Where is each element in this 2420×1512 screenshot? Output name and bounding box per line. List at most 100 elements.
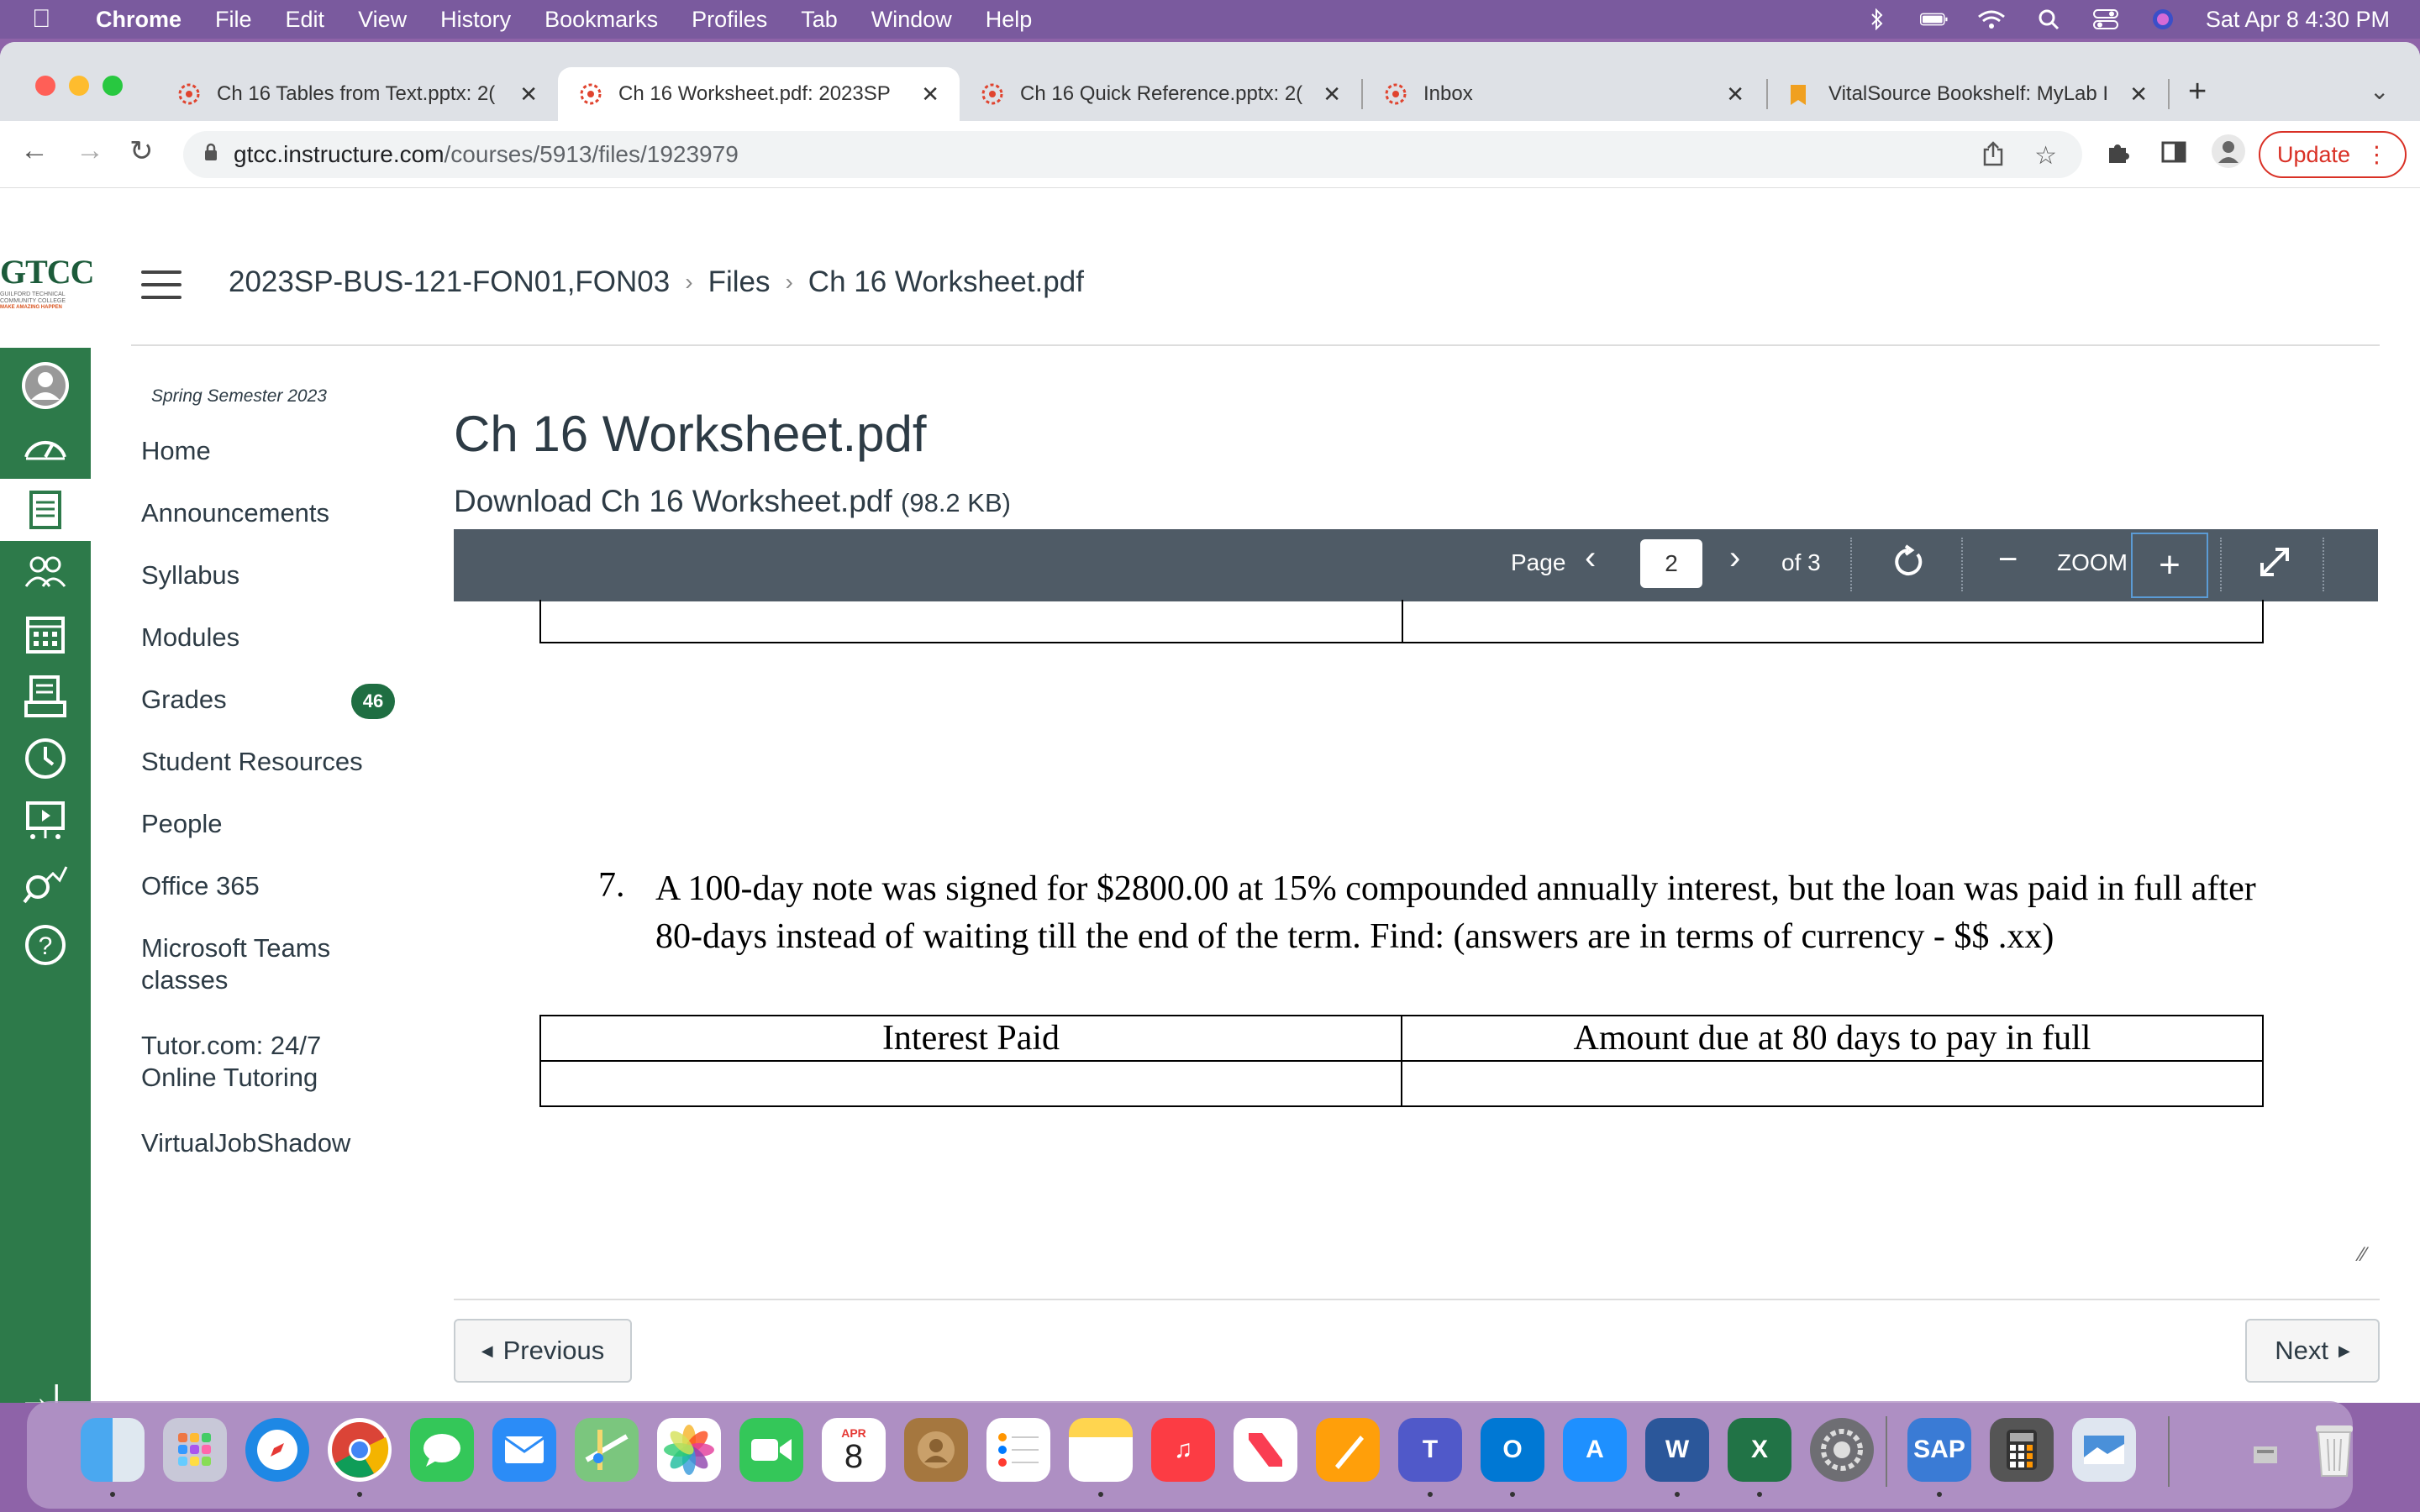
share-icon[interactable] — [1982, 141, 2004, 173]
tab-close-icon[interactable]: ✕ — [519, 81, 538, 108]
zoom-window-button[interactable] — [103, 76, 123, 96]
course-nav-modules[interactable]: Modules — [141, 622, 418, 684]
course-nav-home[interactable]: Home — [141, 435, 418, 497]
course-nav-announcements[interactable]: Announcements — [141, 497, 418, 559]
facetime-icon[interactable] — [739, 1418, 803, 1482]
breadcrumb-files[interactable]: Files — [708, 265, 771, 299]
chrome-icon[interactable] — [328, 1418, 392, 1482]
teams-icon[interactable]: T — [1398, 1418, 1462, 1482]
spotlight-search-icon[interactable] — [2034, 8, 2063, 30]
profile-avatar[interactable] — [2210, 133, 2247, 176]
apple-menu-icon[interactable]:  — [32, 5, 71, 34]
excel-icon[interactable]: X — [1728, 1418, 1791, 1482]
courses-book-icon[interactable] — [0, 479, 91, 541]
safari-compass-icon[interactable] — [245, 1418, 309, 1482]
back-arrow-icon[interactable]: ← — [20, 134, 49, 167]
calendar-icon[interactable] — [0, 603, 91, 665]
course-nav-student-resources[interactable]: Student Resources — [141, 746, 418, 808]
history-clock-icon[interactable] — [0, 727, 91, 790]
wifi-icon[interactable] — [1977, 8, 2006, 30]
account-avatar-icon[interactable] — [0, 354, 91, 417]
course-nav-microsoft-teams[interactable]: Microsoft Teams classes — [141, 932, 351, 1030]
trash-icon[interactable] — [2302, 1418, 2366, 1482]
battery-icon[interactable] — [1919, 8, 1949, 30]
collapse-nav-arrow-icon[interactable]: →| — [18, 1379, 60, 1403]
tab-ch16-worksheet[interactable]: Ch 16 Worksheet.pdf: 2023SP ✕ — [558, 67, 960, 121]
news-icon[interactable] — [1234, 1418, 1297, 1482]
siri-icon[interactable] — [2149, 8, 2177, 30]
next-page-chevron-icon[interactable]: › — [1729, 539, 1740, 577]
course-nav-syllabus[interactable]: Syllabus — [141, 559, 418, 622]
rotate-icon[interactable] — [1891, 544, 1926, 588]
tab-close-icon[interactable]: ✕ — [1323, 81, 1341, 108]
inbox-icon[interactable] — [0, 665, 91, 727]
resize-handle-icon[interactable]: ⁄⁄ — [2360, 1243, 2366, 1267]
zoom-in-plus-icon[interactable]: + — [2131, 533, 2208, 598]
side-panel-icon[interactable] — [2161, 139, 2186, 171]
tab-search-chevron-icon[interactable]: ⌄ — [2370, 77, 2389, 105]
course-nav-people[interactable]: People — [141, 808, 418, 870]
extensions-puzzle-icon[interactable] — [2104, 139, 2131, 173]
new-tab-icon[interactable]: + — [2188, 74, 2207, 110]
contacts-icon[interactable] — [904, 1418, 968, 1482]
forward-arrow-icon[interactable]: → — [76, 134, 104, 167]
fullscreen-expand-icon[interactable] — [2257, 544, 2292, 588]
course-nav-office-365[interactable]: Office 365 — [141, 870, 418, 932]
menu-file[interactable]: File — [215, 7, 252, 33]
tab-close-icon[interactable]: ✕ — [1726, 81, 1744, 108]
minimize-window-button[interactable] — [69, 76, 89, 96]
menu-tab[interactable]: Tab — [801, 7, 838, 33]
menu-bookmarks[interactable]: Bookmarks — [544, 7, 658, 33]
finder-icon[interactable] — [81, 1418, 145, 1482]
tab-vitalsource[interactable]: VitalSource Bookshelf: MyLab I ✕ — [1768, 67, 2168, 121]
reminders-icon[interactable] — [986, 1418, 1050, 1482]
menu-help[interactable]: Help — [986, 7, 1033, 33]
downloads-stack-icon[interactable] — [2240, 1418, 2291, 1482]
analytics-magnifier-icon[interactable] — [0, 852, 91, 914]
lock-icon[interactable] — [203, 143, 218, 166]
bookmark-star-icon[interactable]: ☆ — [2034, 141, 2057, 173]
photos-icon[interactable] — [657, 1418, 721, 1482]
mail-icon[interactable] — [492, 1418, 556, 1482]
tab-inbox[interactable]: Inbox ✕ — [1363, 67, 1765, 121]
menu-profiles[interactable]: Profiles — [692, 7, 767, 33]
reload-icon[interactable]: ↻ — [129, 134, 154, 168]
course-nav-virtualjobshadow[interactable]: VirtualJobShadow — [141, 1127, 418, 1189]
sap-icon[interactable]: SAP — [1907, 1418, 1971, 1482]
update-button[interactable]: Update ⋮ — [2259, 131, 2407, 178]
launchpad-icon[interactable] — [163, 1418, 227, 1482]
course-nav-tutor[interactable]: Tutor.com: 24/7 Online Tutoring — [141, 1030, 351, 1127]
close-window-button[interactable] — [35, 76, 55, 96]
preview-icon[interactable] — [2072, 1418, 2136, 1482]
menu-view[interactable]: View — [358, 7, 407, 33]
notes-icon[interactable] — [1069, 1418, 1133, 1482]
course-menu-hamburger-icon[interactable] — [141, 270, 182, 299]
pages-pen-icon[interactable] — [1316, 1418, 1380, 1482]
gtcc-logo[interactable]: GTCC GUILFORD TECHNICAL COMMUNITY COLLEG… — [0, 252, 95, 310]
menu-app-chrome[interactable]: Chrome — [96, 7, 182, 33]
pdf-page[interactable]: 7. A 100-day note was signed for $2800.0… — [454, 600, 2378, 1268]
course-nav-grades[interactable]: Grades 46 — [141, 684, 418, 746]
system-preferences-gear-icon[interactable] — [1810, 1418, 1874, 1482]
studio-presentation-icon[interactable] — [0, 790, 91, 852]
download-link[interactable]: Download Ch 16 Worksheet.pdf (98.2 KB) — [454, 484, 1011, 519]
outlook-icon[interactable]: O — [1481, 1418, 1544, 1482]
previous-page-chevron-icon[interactable]: ‹ — [1585, 539, 1596, 577]
music-note-icon[interactable]: ♫ — [1151, 1418, 1215, 1482]
messages-icon[interactable] — [410, 1418, 474, 1482]
dashboard-gauge-icon[interactable] — [0, 417, 91, 479]
menubar-clock[interactable]: Sat Apr 8 4:30 PM — [2206, 7, 2390, 33]
previous-button[interactable]: ◀ Previous — [454, 1319, 632, 1383]
bluetooth-icon[interactable] — [1863, 8, 1891, 30]
menu-history[interactable]: History — [440, 7, 511, 33]
tab-ch16-quick-reference[interactable]: Ch 16 Quick Reference.pptx: 2( ✕ — [960, 67, 1361, 121]
word-icon[interactable]: W — [1645, 1418, 1709, 1482]
help-question-icon[interactable]: ? — [0, 914, 91, 976]
menu-edit[interactable]: Edit — [286, 7, 325, 33]
groups-people-icon[interactable] — [0, 541, 91, 603]
tab-ch16-tables[interactable]: Ch 16 Tables from Text.pptx: 2( ✕ — [156, 67, 558, 121]
app-store-icon[interactable]: A — [1563, 1418, 1627, 1482]
zoom-out-minus-icon[interactable]: − — [1998, 541, 2018, 579]
calendar-app-icon[interactable]: APR 8 — [822, 1418, 886, 1482]
tab-close-icon[interactable]: ✕ — [921, 81, 939, 108]
